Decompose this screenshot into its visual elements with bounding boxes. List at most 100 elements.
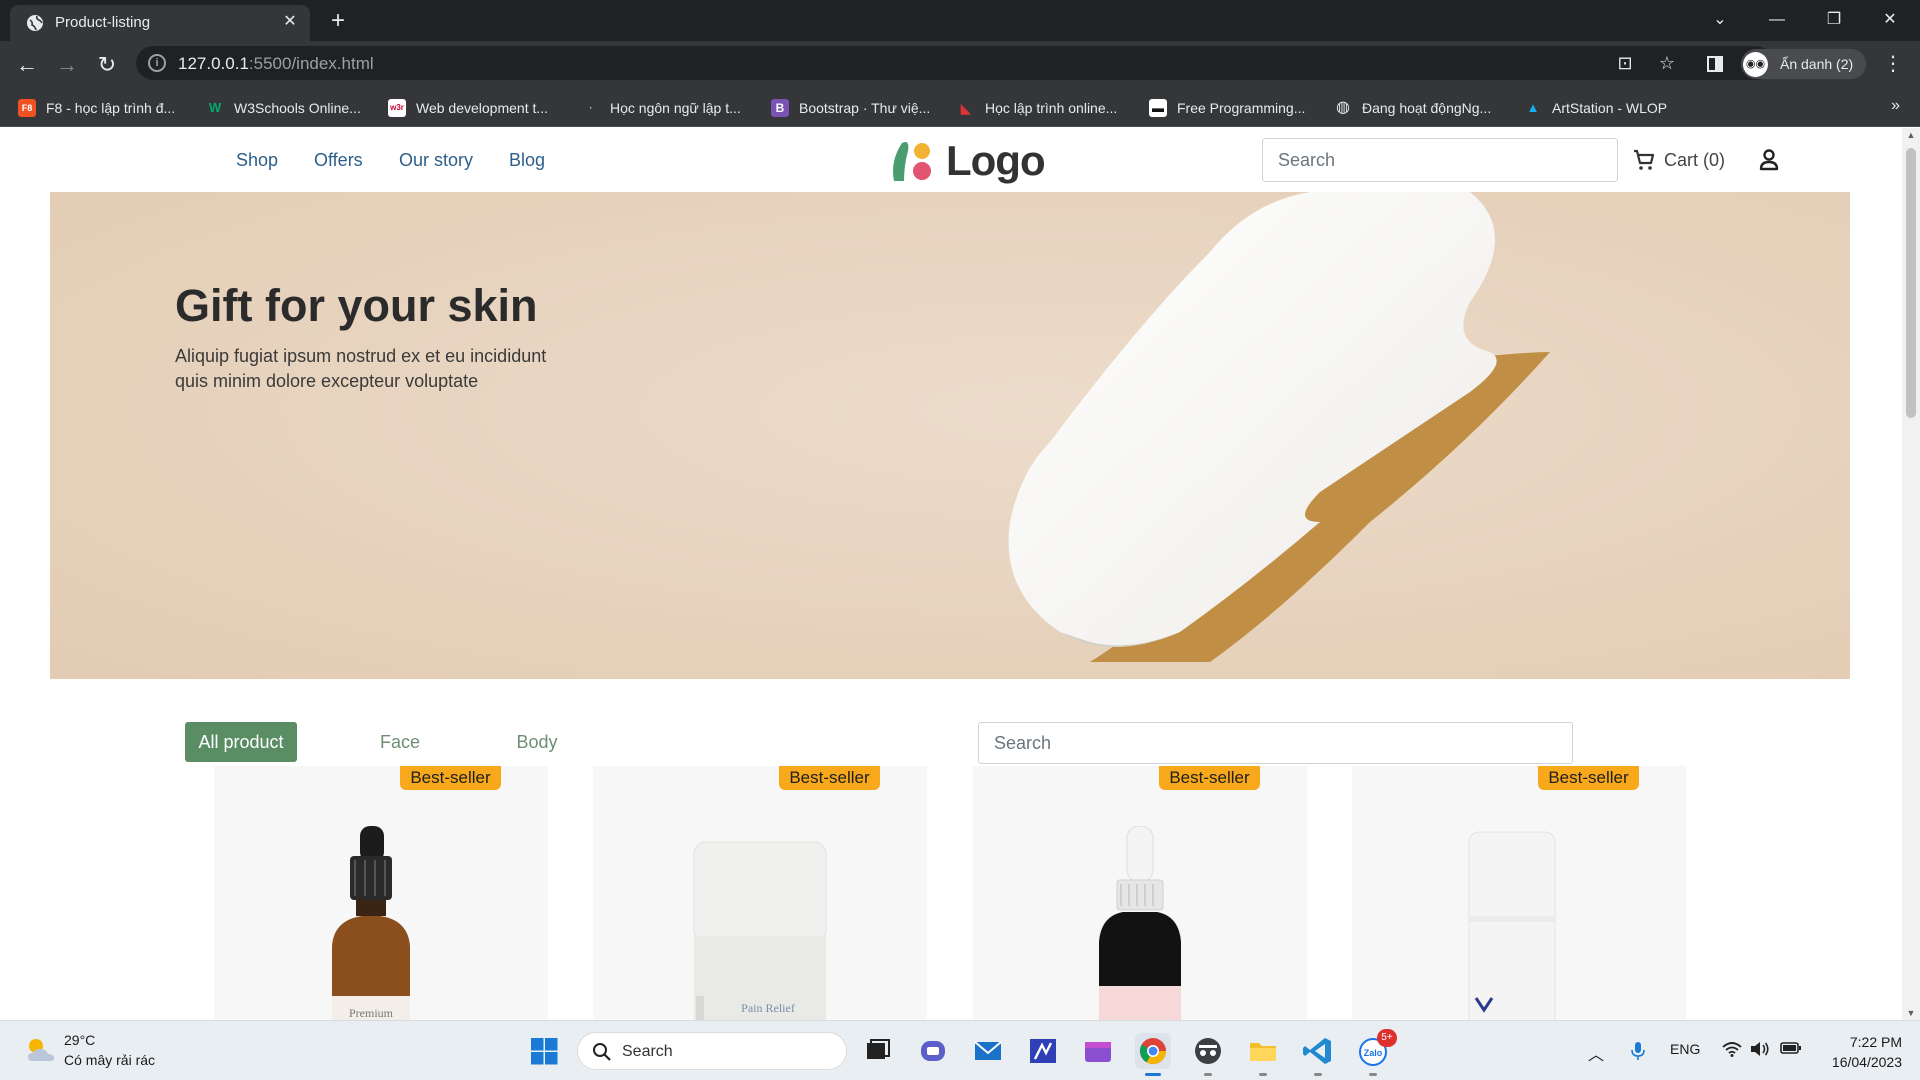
filter-face[interactable]: Face xyxy=(365,722,435,762)
profile-button[interactable]: ◉◉ Ẩn danh (2) xyxy=(1741,49,1866,79)
address-url[interactable]: 127.0.0.1:5500/index.html xyxy=(178,54,374,74)
cream-swatch-image xyxy=(50,192,1850,679)
new-tab-button[interactable]: + xyxy=(324,8,352,36)
windows-taskbar: 29°C Có mây rải rác Search Zalo 5+ ︿ ENG… xyxy=(0,1020,1920,1080)
system-clock[interactable]: 7:22 PM 16/04/2023 xyxy=(1822,1032,1902,1072)
nav-shop[interactable]: Shop xyxy=(236,150,278,171)
bookmark-item[interactable]: F8 F8 - học lập trình đ... xyxy=(18,97,175,119)
logo[interactable]: Logo xyxy=(888,136,1046,186)
product-card[interactable]: Best-seller Premium xyxy=(214,766,548,1020)
bookmark-item[interactable]: · Học ngôn ngữ lập t... xyxy=(582,97,741,119)
minimize-icon[interactable]: — xyxy=(1757,6,1797,34)
scrollbar-thumb[interactable] xyxy=(1906,148,1916,418)
bookmark-item[interactable]: B Bootstrap · Thư việ... xyxy=(771,97,930,119)
tray-chevron-icon[interactable]: ︿ xyxy=(1588,1041,1604,1065)
w3resource-icon: w3r xyxy=(388,99,406,117)
bookmark-star-icon[interactable]: ☆ xyxy=(1656,53,1678,74)
restore-icon[interactable]: ❐ xyxy=(1814,6,1854,34)
cart-icon xyxy=(1634,149,1655,170)
incognito-chrome-icon[interactable] xyxy=(1190,1033,1226,1076)
start-windows-icon[interactable] xyxy=(526,1033,562,1069)
editor-app-icon[interactable] xyxy=(1025,1033,1061,1069)
clock-time: 7:22 PM xyxy=(1849,1034,1902,1050)
volume-icon[interactable] xyxy=(1750,1041,1770,1060)
page-scrollbar[interactable]: ▲ ▼ xyxy=(1902,128,1920,1020)
file-explorer-icon[interactable] xyxy=(1245,1033,1281,1076)
weather-description: Có mây rải rác xyxy=(64,1052,156,1068)
battery-icon[interactable] xyxy=(1780,1041,1802,1058)
hero-subtitle: Aliquip fugiat ipsum nostrud ex et eu in… xyxy=(175,346,547,391)
bookmarks-bar: F8 F8 - học lập trình đ... W W3Schools O… xyxy=(0,89,1920,127)
mail-icon[interactable] xyxy=(970,1033,1006,1069)
task-view-icon[interactable] xyxy=(860,1033,896,1069)
running-indicator xyxy=(1369,1073,1377,1076)
browser-tab[interactable]: Product-listing ✕ xyxy=(10,5,310,41)
side-panel-icon[interactable] xyxy=(1704,51,1726,77)
nav-blog[interactable]: Blog xyxy=(509,150,545,171)
hero-title: Gift for your skin xyxy=(175,280,538,331)
tab-title: Product-listing xyxy=(55,14,151,31)
user-account-icon[interactable] xyxy=(1758,148,1780,172)
vscode-icon[interactable] xyxy=(1300,1033,1336,1076)
weather-temperature: 29°C xyxy=(64,1032,96,1048)
globe-icon: ◍ xyxy=(1336,99,1350,116)
jar-label-text: Pain Relief xyxy=(741,1001,795,1015)
f8-icon: F8 xyxy=(18,99,36,117)
serum-dropper-bottle-image xyxy=(1099,826,1181,1020)
wifi-icon[interactable] xyxy=(1722,1041,1742,1060)
back-icon[interactable]: ← xyxy=(12,51,42,79)
bookmark-label: Free Programming... xyxy=(1177,100,1306,116)
tab-search-icon[interactable]: ⌄ xyxy=(1700,6,1740,34)
cart-link[interactable]: Cart (0) xyxy=(1632,148,1725,172)
product-card[interactable]: Best-seller xyxy=(1352,766,1686,1020)
running-indicator xyxy=(1259,1073,1267,1076)
hero-banner: Gift for your skin Aliquip fugiat ipsum … xyxy=(50,192,1850,679)
bookmark-label: W3Schools Online... xyxy=(234,100,361,116)
bookmark-item[interactable]: ▲ ArtStation - WLOP xyxy=(1524,97,1668,119)
bookmark-item[interactable]: ◍ Đang hoạt độngNg... xyxy=(1334,97,1491,119)
bookmark-label: Đang hoạt độngNg... xyxy=(1362,100,1492,116)
logo-text: Logo xyxy=(946,137,1046,184)
teams-chat-icon[interactable] xyxy=(915,1033,951,1069)
menu-kebab-icon[interactable]: ⋮ xyxy=(1883,51,1903,76)
scroll-up-icon[interactable]: ▲ xyxy=(1902,130,1920,140)
translate-icon[interactable]: ⊡ xyxy=(1614,53,1636,74)
bookmark-item[interactable]: w3r Web development t... xyxy=(388,97,548,119)
tab-close-icon[interactable]: ✕ xyxy=(280,12,300,32)
bookmark-item[interactable]: W W3Schools Online... xyxy=(206,97,361,119)
bookmark-label: Học ngôn ngữ lập t... xyxy=(610,100,741,116)
best-seller-badge: Best-seller xyxy=(1538,766,1639,790)
media-app-icon[interactable] xyxy=(1080,1033,1116,1069)
bookmark-label: F8 - học lập trình đ... xyxy=(46,100,176,116)
chrome-icon[interactable] xyxy=(1135,1033,1171,1076)
nav-our-story[interactable]: Our story xyxy=(399,150,473,171)
page-icon: · xyxy=(589,103,593,113)
bookmark-item[interactable]: ◣ Học lập trình online... xyxy=(957,97,1118,119)
weather-cloud-sun-icon[interactable] xyxy=(24,1033,58,1067)
page-viewport: Shop Offers Our story Blog Logo Cart (0) xyxy=(0,128,1920,1020)
language-indicator[interactable]: ENG xyxy=(1670,1041,1700,1057)
product-card[interactable]: Best-seller xyxy=(973,766,1307,1020)
site-header: Shop Offers Our story Blog Logo Cart (0) xyxy=(0,128,1900,192)
nav-offers[interactable]: Offers xyxy=(314,150,363,171)
running-indicator xyxy=(1314,1073,1322,1076)
taskbar-search-box[interactable]: Search xyxy=(577,1032,847,1070)
zalo-icon[interactable]: Zalo 5+ xyxy=(1355,1029,1397,1076)
microphone-icon[interactable] xyxy=(1630,1041,1646,1064)
forward-icon[interactable]: → xyxy=(52,51,82,79)
filter-all-product[interactable]: All product xyxy=(185,722,297,762)
product-card[interactable]: Best-seller Pain Relief xyxy=(593,766,927,1020)
bookmarks-more-icon[interactable]: » xyxy=(1891,97,1900,115)
reload-icon[interactable]: ↻ xyxy=(92,51,122,79)
scroll-down-icon[interactable]: ▼ xyxy=(1902,1008,1920,1018)
active-indicator xyxy=(1145,1073,1161,1076)
notification-badge: 5+ xyxy=(1377,1029,1397,1047)
address-bar[interactable]: i 127.0.0.1:5500/index.html ⊡ ☆ xyxy=(136,46,1773,80)
filter-body[interactable]: Body xyxy=(502,722,572,762)
product-search-input[interactable] xyxy=(978,722,1573,764)
bookmark-item[interactable]: ▬ Free Programming... xyxy=(1149,97,1305,119)
window-close-icon[interactable]: ✕ xyxy=(1870,6,1910,34)
site-info-icon[interactable]: i xyxy=(148,54,166,72)
search-icon xyxy=(593,1043,611,1061)
header-search-input[interactable] xyxy=(1262,138,1618,182)
